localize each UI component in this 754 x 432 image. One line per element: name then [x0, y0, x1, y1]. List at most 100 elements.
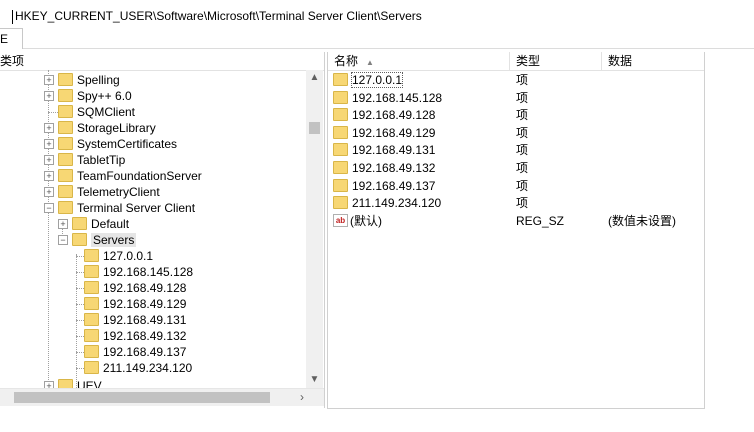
list-row[interactable]: 192.168.49.137 项 — [328, 178, 704, 195]
tree-node-label: 192.168.49.132 — [103, 329, 187, 343]
tree-line — [76, 272, 84, 273]
expand-icon[interactable]: + — [44, 381, 54, 388]
tree-line — [76, 304, 84, 305]
folder-icon — [58, 73, 73, 87]
list-header: 名称 ▲ 类型 数据 — [328, 52, 704, 71]
tree-horizontal-scrollbar[interactable]: › — [0, 388, 324, 406]
row-type: 项 — [516, 73, 529, 87]
expand-icon[interactable]: + — [44, 187, 54, 197]
tree-vertical-scrollbar[interactable]: ▲ ▼ — [306, 70, 323, 388]
text-caret — [12, 9, 13, 24]
tree-line — [76, 320, 84, 321]
expand-icon[interactable]: + — [44, 91, 54, 101]
scroll-right-icon[interactable]: › — [300, 389, 304, 406]
expand-icon[interactable]: + — [44, 139, 54, 149]
row-name: (默认) — [350, 214, 382, 228]
folder-icon — [84, 249, 99, 263]
tree-node-label: UEV — [77, 379, 102, 388]
scroll-up-icon[interactable]: ▲ — [306, 70, 323, 86]
tree-node-label: TelemetryClient — [77, 185, 160, 199]
folder-icon — [84, 313, 99, 327]
column-data-label: 数据 — [608, 54, 633, 68]
row-name: 192.168.49.132 — [352, 161, 436, 175]
folder-icon — [84, 297, 99, 311]
list-row[interactable]: 192.168.145.128 项 — [328, 90, 704, 107]
folder-icon — [58, 105, 73, 119]
collapse-icon[interactable]: − — [58, 235, 68, 245]
list-row[interactable]: 127.0.0.1 项 — [328, 72, 704, 89]
tab-item[interactable]: E — [0, 28, 23, 49]
collapse-icon[interactable]: − — [44, 203, 54, 213]
tree-node-label: Default — [91, 217, 130, 231]
registry-tree[interactable]: + Spelling + Spy++ 6.0 SQMClient + Stora… — [0, 70, 305, 388]
folder-icon — [333, 161, 348, 175]
expand-icon[interactable]: + — [44, 155, 54, 165]
list-row[interactable]: 211.149.234.120 项 — [328, 195, 704, 212]
tree-node-label: SystemCertificates — [77, 137, 178, 151]
tree-line — [76, 352, 84, 353]
folder-icon — [333, 196, 348, 210]
row-type: 项 — [516, 126, 529, 140]
folder-icon — [72, 217, 87, 231]
list-row[interactable]: 192.168.49.132 项 — [328, 160, 704, 177]
list-row[interactable]: ab (默认) REG_SZ (数值未设置) — [328, 213, 704, 230]
scroll-down-icon[interactable]: ▼ — [306, 372, 323, 388]
tree-node-label: 192.168.49.131 — [103, 313, 187, 327]
address-path: HKEY_CURRENT_USER\Software\Microsoft\Ter… — [15, 9, 422, 23]
row-type: 项 — [516, 91, 529, 105]
row-name: 192.168.49.129 — [352, 126, 436, 140]
row-type: 项 — [516, 161, 529, 175]
column-name-label: 名称 — [334, 54, 359, 68]
tab-label: E — [0, 32, 9, 46]
tree-line — [76, 336, 84, 337]
ab-string-icon: ab — [333, 214, 348, 228]
values-pane: 名称 ▲ 类型 数据 127.0.0.1 项 192.168.145.128 项 … — [327, 52, 705, 409]
row-name: 192.168.145.128 — [352, 91, 443, 105]
tree-header-label: 类项 — [0, 54, 25, 68]
expand-icon[interactable]: + — [58, 219, 68, 229]
folder-icon — [333, 126, 348, 140]
folder-icon — [58, 153, 73, 167]
expand-icon[interactable]: + — [44, 123, 54, 133]
list-row[interactable]: 192.168.49.131 项 — [328, 142, 704, 159]
folder-icon — [84, 345, 99, 359]
column-type[interactable]: 类型 — [510, 52, 602, 70]
tree-node-label: 192.168.49.128 — [103, 281, 187, 295]
list-row[interactable]: 192.168.49.128 项 — [328, 107, 704, 124]
tree-node-label: StorageLibrary — [77, 121, 156, 135]
row-type: 项 — [516, 179, 529, 193]
tree-line — [48, 112, 58, 113]
folder-icon — [58, 89, 73, 103]
folder-icon — [58, 379, 73, 388]
tree-pane: 类项 + Spelling + Spy++ 6.0 SQMClient + St… — [0, 52, 325, 408]
folder-icon — [84, 265, 99, 279]
folder-icon — [58, 201, 73, 215]
column-type-label: 类型 — [516, 54, 541, 68]
tree-node-label: 211.149.234.120 — [103, 361, 193, 375]
folder-icon — [333, 143, 348, 157]
scroll-thumb[interactable] — [309, 122, 320, 134]
tree-line — [76, 368, 84, 369]
list-row[interactable]: 192.168.49.129 项 — [328, 125, 704, 142]
folder-icon — [333, 179, 348, 193]
row-type: 项 — [516, 108, 529, 122]
row-name: 192.168.49.128 — [352, 108, 436, 122]
tree-line — [48, 70, 49, 388]
column-data[interactable]: 数据 — [602, 52, 704, 70]
scroll-thumb[interactable] — [14, 392, 270, 403]
folder-icon — [333, 73, 348, 87]
expand-icon[interactable]: + — [44, 171, 54, 181]
row-name: 192.168.49.131 — [352, 143, 436, 157]
folder-icon — [333, 91, 348, 105]
folder-icon — [333, 108, 348, 122]
address-bar[interactable]: HKEY_CURRENT_USER\Software\Microsoft\Ter… — [12, 6, 422, 26]
folder-icon — [58, 121, 73, 135]
expand-icon[interactable]: + — [44, 75, 54, 85]
row-name: 127.0.0.1 — [350, 72, 404, 88]
tree-node-label: 127.0.0.1 — [103, 249, 154, 263]
folder-icon — [84, 361, 99, 375]
tree-line — [76, 256, 84, 257]
tree-node-label: SQMClient — [77, 105, 136, 119]
tree-header: 类项 — [0, 52, 324, 71]
column-name[interactable]: 名称 ▲ — [328, 52, 510, 70]
